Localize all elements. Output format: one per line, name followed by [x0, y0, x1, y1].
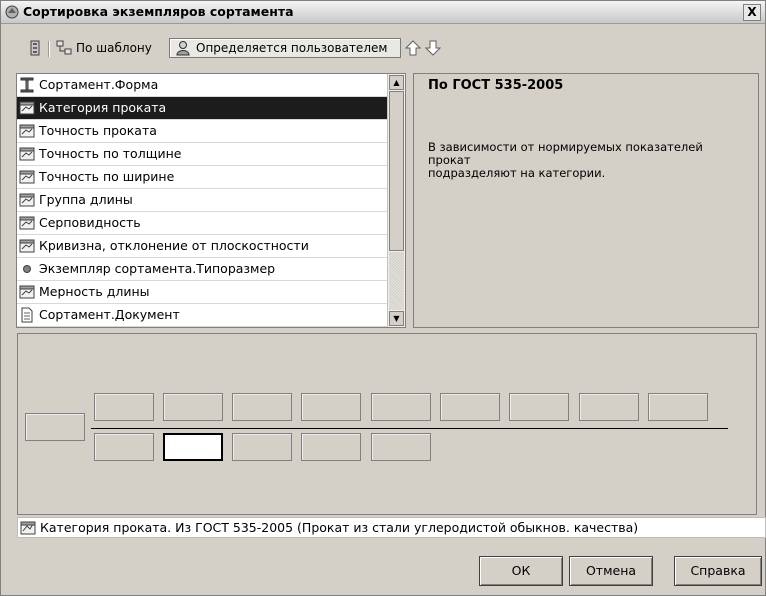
property-icon [19, 284, 35, 300]
cancel-button[interactable]: Отмена [569, 556, 653, 586]
list-item-label: Экземпляр сортамента.Типоразмер [39, 261, 276, 276]
info-panel: По ГОСТ 535-2005 В зависимости от нормир… [413, 73, 759, 328]
diagram-cell[interactable] [371, 433, 431, 461]
diagram-cell[interactable] [94, 393, 154, 421]
status-text: Категория проката. Из ГОСТ 535-2005 (Про… [40, 520, 639, 535]
help-button-label: Справка [690, 563, 746, 578]
diagram-cell[interactable] [440, 393, 500, 421]
property-icon [19, 123, 35, 139]
diagram-cell[interactable] [301, 393, 361, 421]
list-item-label: Точность по толщине [39, 146, 182, 161]
list-item-label: Сортамент.Форма [39, 77, 159, 92]
scroll-track[interactable] [389, 252, 404, 310]
diagram-cell[interactable] [509, 393, 569, 421]
list-item-label: Категория проката [39, 100, 167, 115]
list-item-label: Серповидность [39, 215, 141, 230]
ok-button[interactable]: ОК [479, 556, 563, 586]
scroll-thumb[interactable] [389, 91, 404, 251]
property-icon [19, 215, 35, 231]
list-item[interactable]: Точность проката [17, 120, 388, 143]
status-bar: Категория проката. Из ГОСТ 535-2005 (Про… [17, 517, 766, 538]
info-description: В зависимости от нормируемых показателей… [428, 141, 748, 180]
list-item[interactable]: Категория проката [17, 97, 388, 120]
user-defined-button-label: Определяется пользователем [196, 41, 388, 55]
list-item[interactable]: Точность по толщине [17, 143, 388, 166]
property-icon [19, 192, 35, 208]
template-button[interactable]: По шаблону [54, 38, 167, 58]
diagram-cell[interactable] [301, 433, 361, 461]
property-icon [19, 146, 35, 162]
title-bar[interactable]: Сортировка экземпляров сортамента X [1, 1, 765, 24]
list-item[interactable]: Сортамент.Форма [17, 74, 388, 97]
user-icon [176, 41, 190, 56]
dot-icon [19, 261, 35, 277]
diagram-cell[interactable] [94, 433, 154, 461]
property-icon [19, 169, 35, 185]
scroll-down-arrow-icon[interactable]: ▼ [389, 311, 404, 326]
info-line-1: В зависимости от нормируемых показателей [428, 140, 703, 154]
diagram-cell[interactable] [648, 393, 708, 421]
diagram-divider-line [91, 428, 728, 429]
property-icon [20, 521, 36, 535]
list-item-label: Мерность длины [39, 284, 150, 299]
list-item-label: Кривизна, отклонение от плоскостности [39, 238, 309, 253]
toolbar: По шаблону Определяется пользователем [7, 38, 757, 60]
help-button[interactable]: Справка [674, 556, 762, 586]
property-icon [19, 100, 35, 116]
property-icon [19, 238, 35, 254]
list-item-label: Точность проката [39, 123, 157, 138]
list-item[interactable]: Группа длины [17, 189, 388, 212]
list-item[interactable]: Мерность длины [17, 281, 388, 304]
list-item[interactable]: Серповидность [17, 212, 388, 235]
info-line-3: подразделяют на категории. [428, 166, 606, 180]
diagram-cell[interactable] [579, 393, 639, 421]
list-item[interactable]: Сортамент.Документ [17, 304, 388, 327]
list-scrollbar[interactable]: ▲ ▼ [387, 74, 405, 327]
diagram-cell[interactable] [232, 393, 292, 421]
template-icon [56, 40, 72, 55]
ok-button-label: ОК [511, 563, 531, 578]
beam-icon [19, 77, 35, 93]
document-icon [19, 307, 35, 323]
toolbar-separator [48, 41, 50, 57]
list-item[interactable]: Точность по ширине [17, 166, 388, 189]
template-button-label: По шаблону [76, 41, 152, 55]
cancel-button-label: Отмена [585, 563, 637, 578]
diagram-cell[interactable] [163, 393, 223, 421]
list-item-label: Точность по ширине [39, 169, 175, 184]
move-up-icon[interactable] [405, 40, 421, 56]
move-down-icon[interactable] [425, 40, 441, 56]
close-button[interactable]: X [743, 4, 761, 21]
sort-dialog-window: Сортировка экземпляров сортамента X По ш… [0, 0, 766, 596]
list-item-label: Сортамент.Документ [39, 307, 180, 322]
diagram-root-cell[interactable] [25, 413, 85, 441]
diagram-cell[interactable] [371, 393, 431, 421]
window-title: Сортировка экземпляров сортамента [23, 4, 294, 19]
list-item-label: Группа длины [39, 192, 133, 207]
attribute-list: Сортамент.Форма Категория проката Точность… [17, 74, 388, 327]
column-list-icon[interactable] [27, 40, 43, 56]
diagram-cell[interactable] [232, 433, 292, 461]
user-defined-button[interactable]: Определяется пользователем [169, 38, 401, 58]
attribute-list-panel: Сортамент.Форма Категория проката Точность… [16, 73, 406, 328]
list-item[interactable]: Кривизна, отклонение от плоскостности [17, 235, 388, 258]
info-header: По ГОСТ 535-2005 [428, 78, 564, 93]
diagram-selected-cell[interactable] [163, 433, 223, 461]
sort-order-diagram [17, 333, 757, 515]
app-icon [5, 5, 19, 19]
scroll-up-arrow-icon[interactable]: ▲ [389, 75, 404, 90]
list-item[interactable]: Экземпляр сортамента.Типоразмер [17, 258, 388, 281]
